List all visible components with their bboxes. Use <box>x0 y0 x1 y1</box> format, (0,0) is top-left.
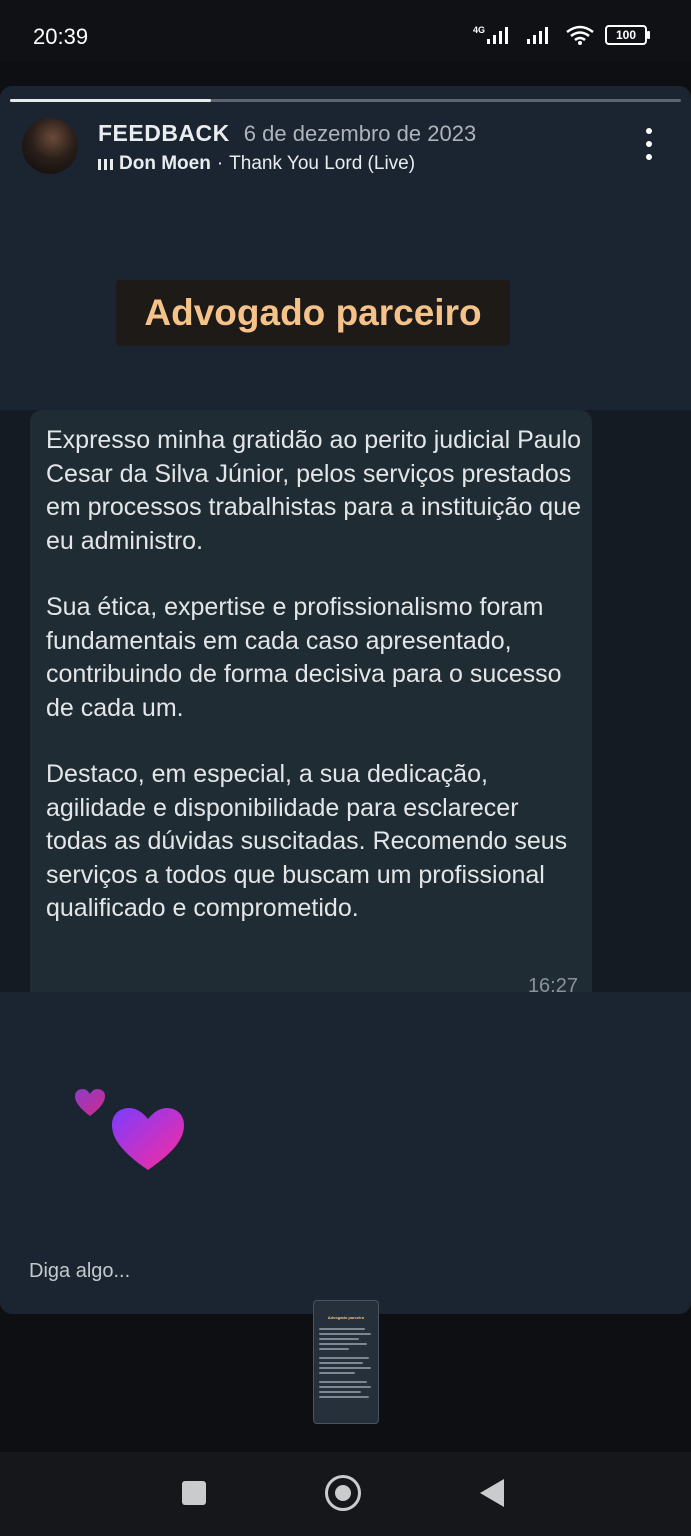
story-header: FEEDBACK 6 de dezembro de 2023 Don Moen … <box>98 120 618 175</box>
battery-icon: 100 <box>605 25 650 45</box>
status-icons: 4G 100 <box>473 24 650 46</box>
heart-icon-small <box>75 1089 105 1116</box>
equalizer-icon <box>98 158 113 170</box>
music-song: Thank You Lord (Live) <box>229 153 416 174</box>
signal-icon: 4G <box>473 25 508 44</box>
message-time: 16:27 <box>527 975 578 997</box>
story-card[interactable]: FEEDBACK 6 de dezembro de 2023 Don Moen … <box>0 86 691 1314</box>
home-icon[interactable] <box>325 1475 361 1511</box>
status-time: 20:39 <box>33 24 89 49</box>
music-artist: Don Moen <box>119 153 211 174</box>
message-text: Expresso minha gratidão ao perito judici… <box>46 424 586 959</box>
message-paragraph-3: Destaco, em especial, a sua dedicação, a… <box>46 760 568 922</box>
music-info[interactable]: Don Moen · Thank You Lord (Live) <box>98 153 618 175</box>
thumbnail-caption: Advogado parceiro <box>327 1315 365 1320</box>
recents-icon[interactable] <box>182 1481 206 1505</box>
story-date: 6 de dezembro de 2023 <box>243 121 477 146</box>
status-bar: 20:39 4G 100 <box>0 0 691 62</box>
signal-icon-2 <box>527 27 548 44</box>
profile-name[interactable]: FEEDBACK <box>98 120 230 147</box>
heart-icon <box>112 1108 184 1170</box>
wifi-icon <box>566 25 594 45</box>
story-caption: Advogado parceiro <box>116 280 510 346</box>
story-progress-fill <box>10 99 212 102</box>
avatar[interactable] <box>22 118 78 174</box>
story-progress-bar <box>10 99 681 102</box>
message-bubble: Expresso minha gratidão ao perito judici… <box>30 410 592 997</box>
more-options-icon[interactable] <box>641 128 657 160</box>
music-separator: · <box>216 153 224 174</box>
reply-input[interactable]: Diga algo... <box>29 1260 130 1283</box>
network-type: 4G <box>473 25 485 35</box>
message-paragraph-1: Expresso minha gratidão ao perito judici… <box>46 426 582 555</box>
back-icon[interactable] <box>480 1479 504 1507</box>
story-thumbnail[interactable]: Advogado parceiro <box>313 1300 379 1424</box>
thumbnail-text-lines <box>319 1328 373 1398</box>
message-paragraph-2: Sua ética, expertise e profissionalismo … <box>46 593 562 722</box>
